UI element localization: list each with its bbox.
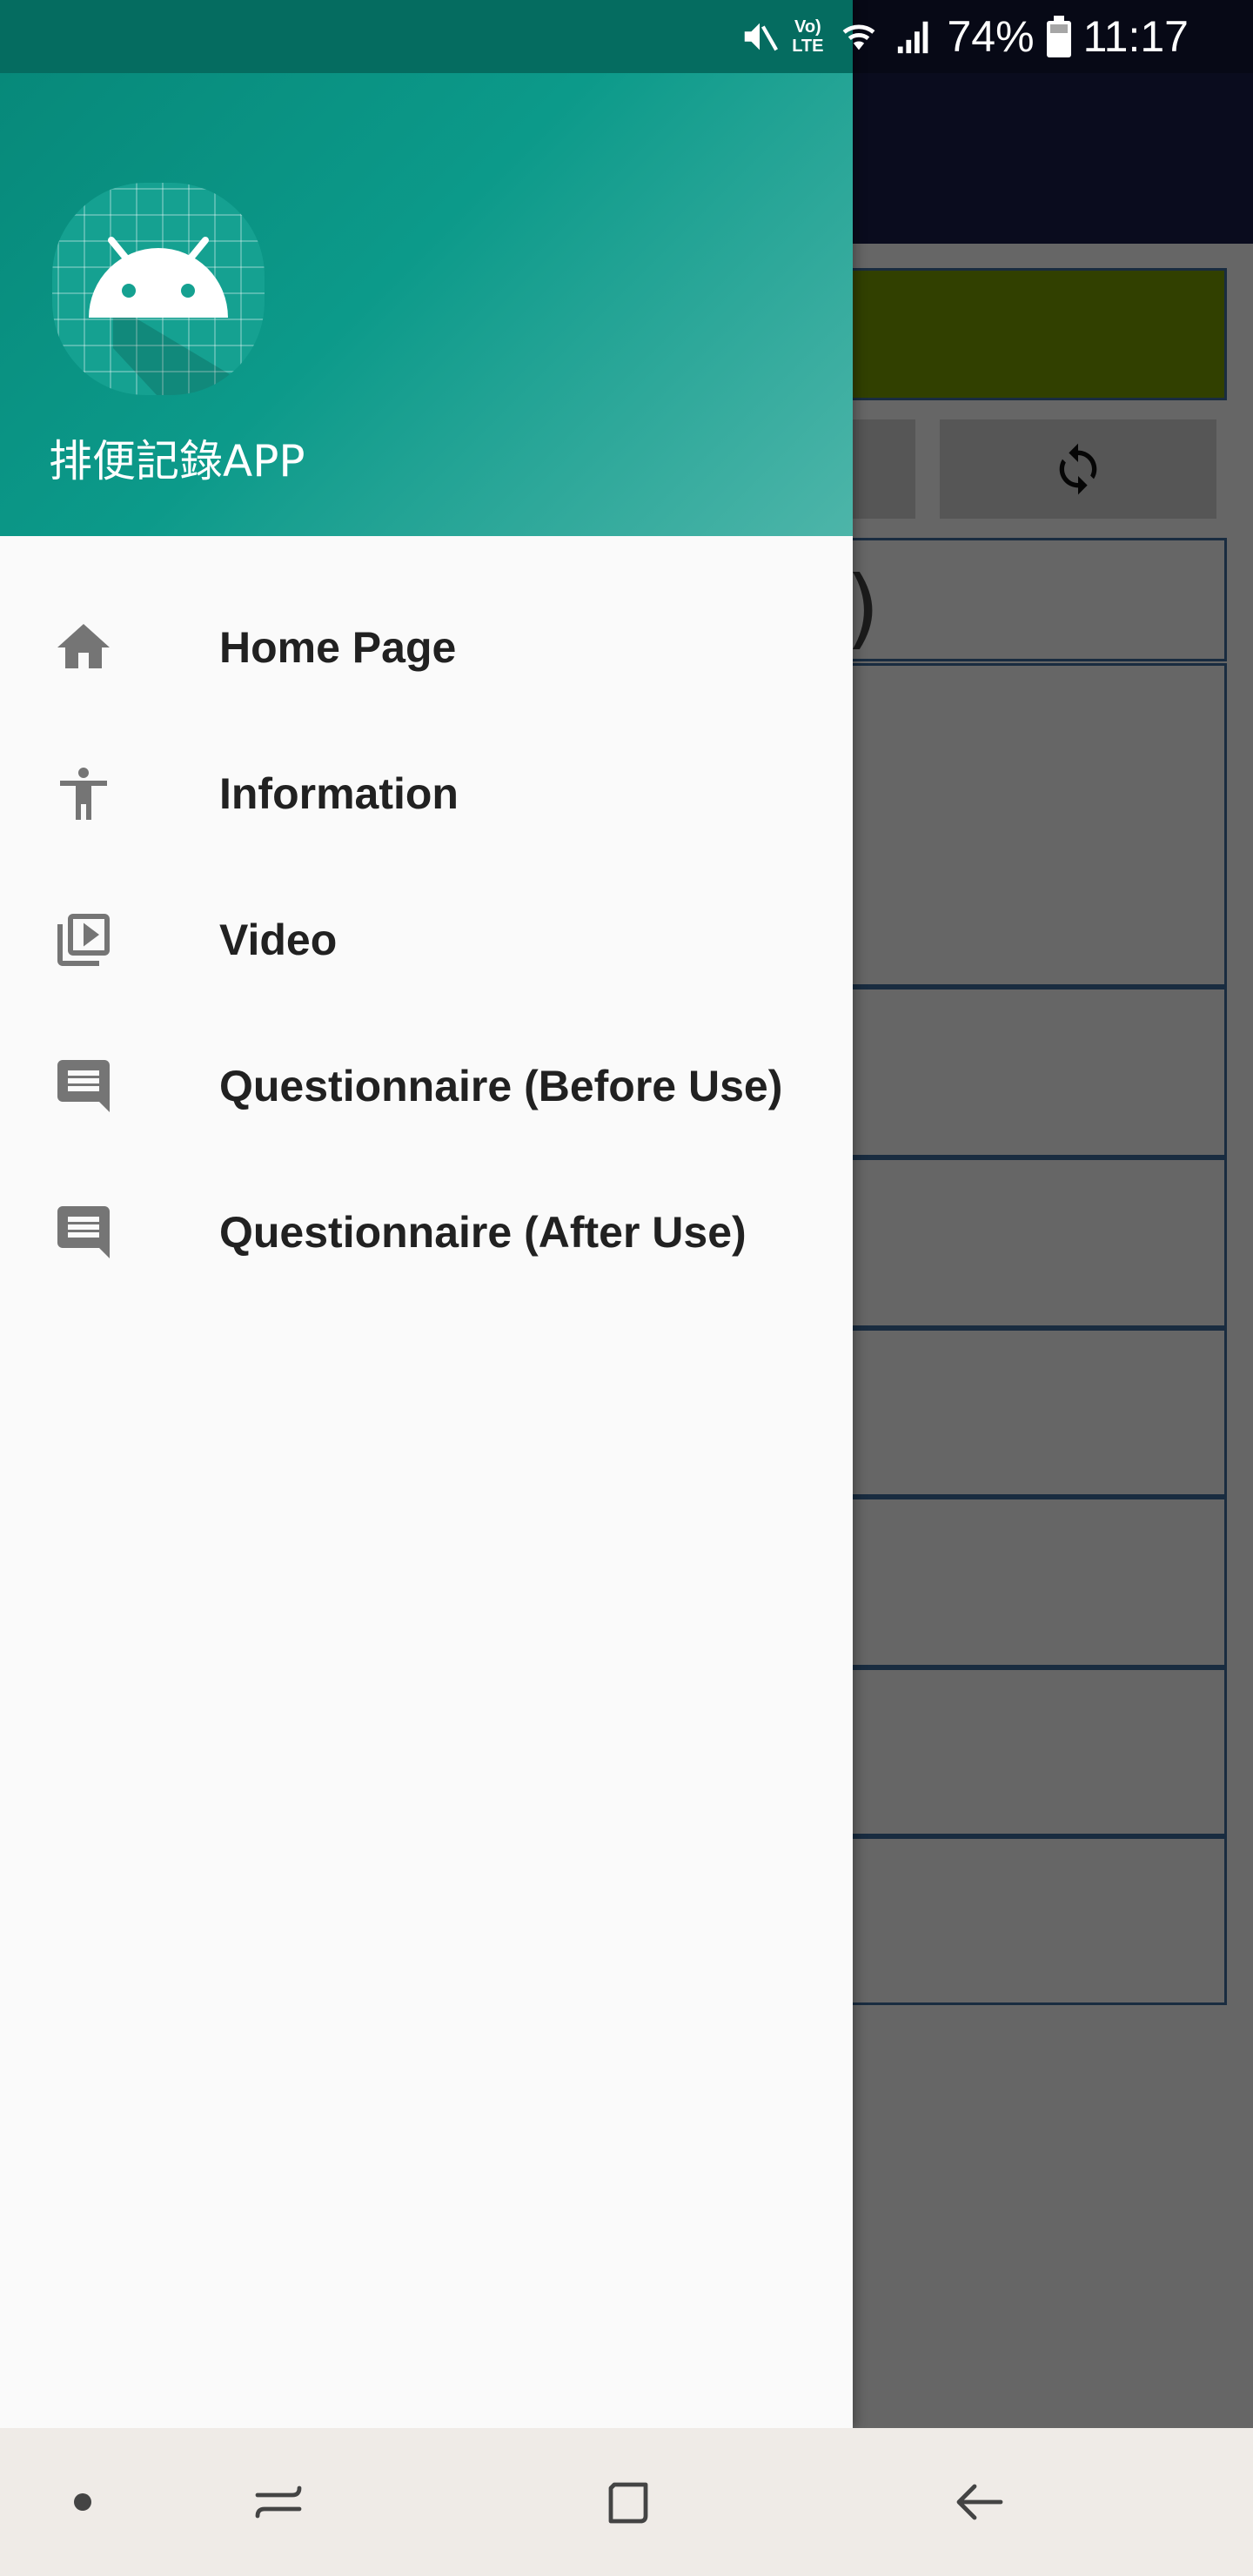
menu-item-label: Questionnaire (After Use) <box>219 1208 747 1257</box>
recent-apps-icon <box>255 2485 302 2519</box>
menu-item-label: Home Page <box>219 623 457 672</box>
app-logo <box>52 183 265 395</box>
menu-item-questionnaire-after[interactable]: Questionnaire (After Use) <box>0 1159 853 1305</box>
drawer-header: 排便記錄APP <box>0 73 853 536</box>
dot-icon <box>74 2493 91 2511</box>
message-icon <box>52 1201 115 1264</box>
square-home-icon <box>608 2482 648 2524</box>
app-name: 排便記錄APP <box>49 436 305 486</box>
battery-percentage: 74% <box>947 12 1035 61</box>
menu-item-questionnaire-before[interactable]: Questionnaire (Before Use) <box>0 1013 853 1159</box>
signal-icon <box>897 21 928 54</box>
nav-dot-button[interactable] <box>52 2428 113 2576</box>
battery-icon <box>1046 16 1071 57</box>
back-arrow-icon <box>956 2484 1003 2520</box>
mute-icon <box>744 23 779 51</box>
menu-item-home[interactable]: Home Page <box>0 574 853 721</box>
menu-item-label: Questionnaire (Before Use) <box>219 1062 783 1110</box>
status-bar: Vo) LTE 74% 11:17 <box>0 0 1253 73</box>
menu-item-label: Video <box>219 916 338 964</box>
status-bar-drawer-tint <box>0 0 853 73</box>
navigation-drawer: 排便記錄APP Home Page Information Video Ques… <box>0 0 853 2428</box>
accessibility-icon <box>52 762 115 825</box>
android-icon <box>89 237 265 395</box>
home-icon <box>52 616 115 679</box>
volte-label: Vo) <box>794 17 821 37</box>
message-icon <box>52 1055 115 1117</box>
back-button[interactable] <box>936 2428 1023 2576</box>
menu-item-information[interactable]: Information <box>0 721 853 867</box>
clock: 11:17 <box>1082 12 1189 61</box>
menu-item-label: Information <box>219 769 459 818</box>
system-nav-bar <box>0 2428 1253 2576</box>
drawer-menu: Home Page Information Video Questionnair… <box>0 574 853 1305</box>
wifi-icon <box>842 24 874 50</box>
status-icons: Vo) LTE 74% 11:17 <box>740 0 1189 73</box>
volte-indicator: Vo) LTE <box>792 17 823 56</box>
home-button[interactable] <box>585 2428 672 2576</box>
video-library-icon <box>52 909 115 971</box>
lte-label: LTE <box>792 37 824 56</box>
recent-apps-button[interactable] <box>235 2428 322 2576</box>
menu-item-video[interactable]: Video <box>0 867 853 1013</box>
